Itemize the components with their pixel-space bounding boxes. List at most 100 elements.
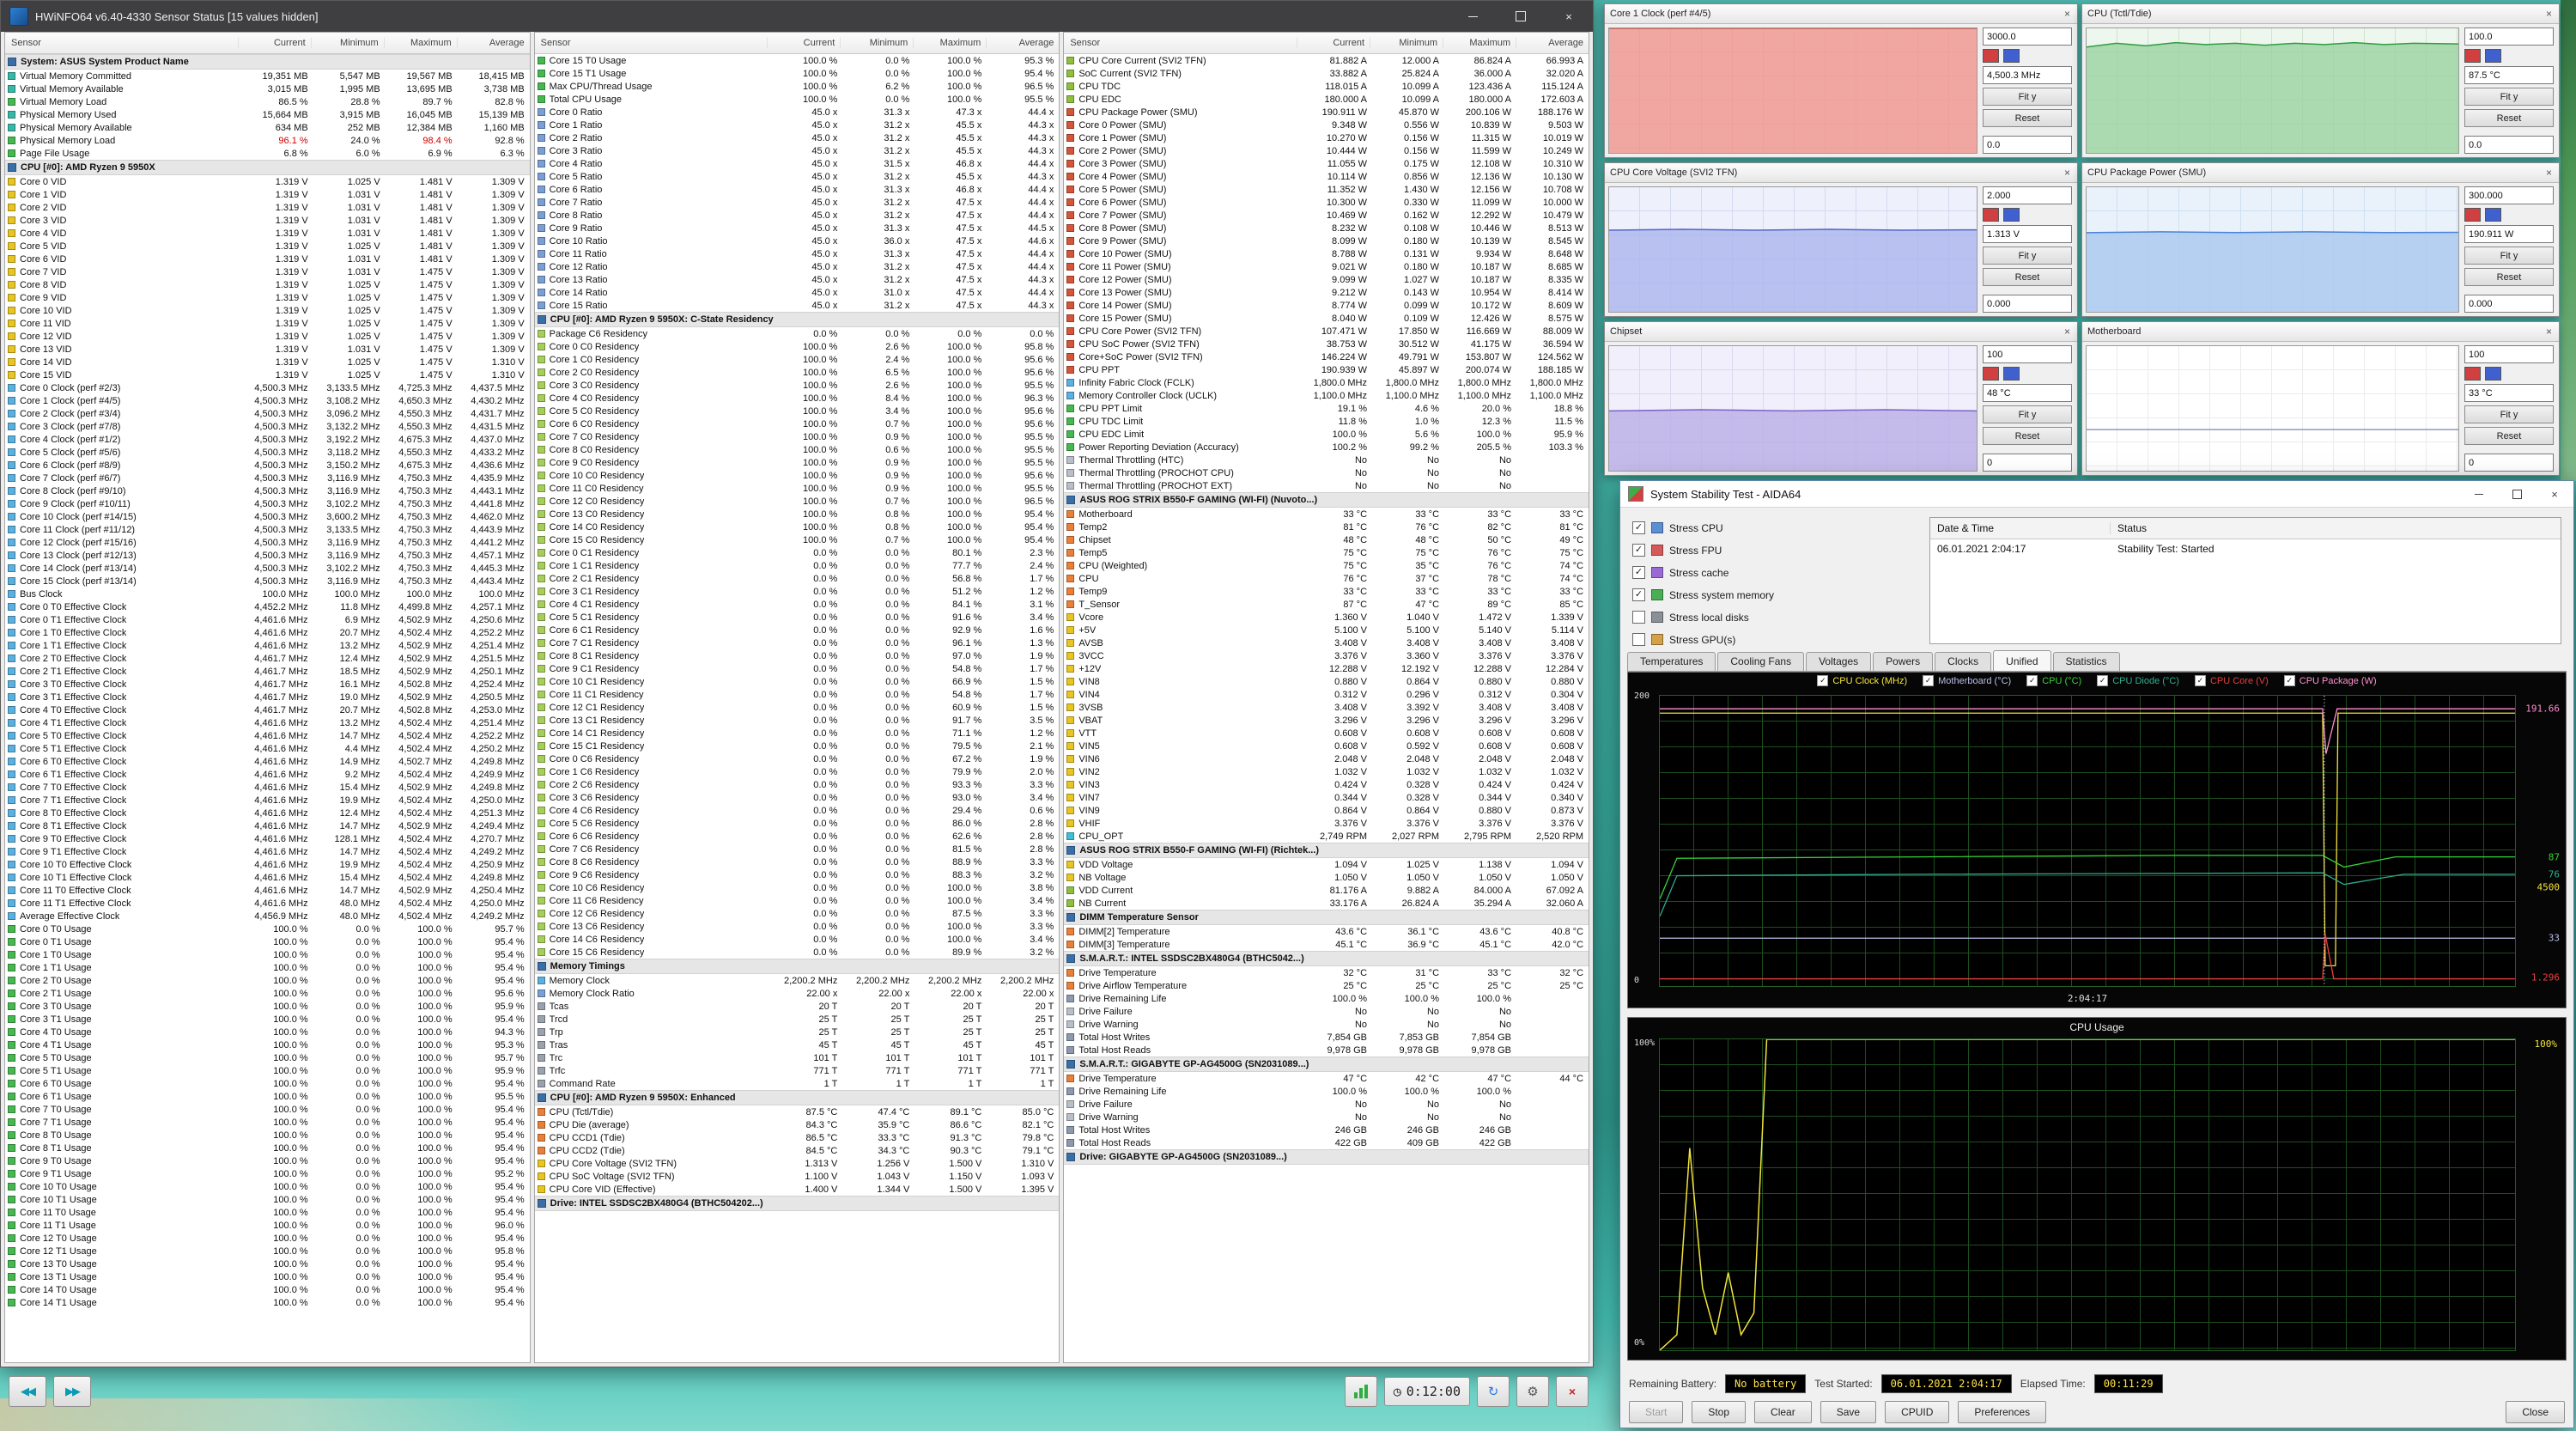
checkbox[interactable]: ✓ — [2097, 675, 2108, 686]
sensor-row[interactable]: Trp25 T25 T25 T25 T — [535, 1026, 1060, 1038]
graph-titlebar[interactable]: Chipset× — [1605, 322, 2077, 342]
sensor-row[interactable]: Core 12 C6 Residency0.0 %0.0 %87.5 %3.3 … — [535, 907, 1060, 920]
graph-titlebar[interactable]: Core 1 Clock (perf #4/5)× — [1605, 4, 2077, 24]
sensor-row[interactable]: Core 4 T0 Effective Clock4,461.7 MHz20.7… — [5, 703, 530, 716]
background-color-swatch[interactable] — [2003, 49, 2020, 63]
minimize-icon[interactable] — [1449, 1, 1497, 32]
background-color-swatch[interactable] — [2485, 367, 2501, 381]
clear-button[interactable]: Clear — [1754, 1401, 1812, 1423]
sensor-row[interactable]: Core 0 T0 Usage100.0 %0.0 %100.0 %95.7 % — [5, 923, 530, 935]
sensor-row[interactable]: Core 8 Ratio45.0 x31.2 x47.5 x44.4 x — [535, 209, 1060, 222]
sensor-row[interactable]: Core 8 C1 Residency0.0 %0.0 %97.0 %1.9 % — [535, 649, 1060, 662]
aida64-titlebar[interactable]: System Stability Test - AIDA64 × — [1620, 481, 2573, 508]
y-min-input[interactable]: 0.0 — [2464, 136, 2554, 154]
sensor-row[interactable]: Package C6 Residency0.0 %0.0 %0.0 %0.0 % — [535, 327, 1060, 340]
sensor-row[interactable]: Core 0 Ratio45.0 x31.3 x47.3 x44.4 x — [535, 106, 1060, 119]
stress-option[interactable]: ✓Stress system memory — [1632, 586, 1916, 604]
sensor-row[interactable]: Core 2 Ratio45.0 x31.2 x45.5 x44.3 x — [535, 131, 1060, 144]
sensor-row[interactable]: CPU Core Voltage (SVI2 TFN)1.313 V1.256 … — [535, 1157, 1060, 1170]
sensor-row[interactable]: Core 6 Power (SMU)10.300 W0.330 W11.099 … — [1064, 196, 1589, 209]
sensor-row[interactable]: Command Rate1 T1 T1 T1 T — [535, 1077, 1060, 1090]
sensor-row[interactable]: VHIF3.376 V3.376 V3.376 V3.376 V — [1064, 817, 1589, 830]
reset-button[interactable]: Reset — [2464, 109, 2554, 127]
sensor-row[interactable]: Core 7 C0 Residency100.0 %0.9 %100.0 %95… — [535, 430, 1060, 443]
sensor-row[interactable]: Drive Remaining Life100.0 %100.0 %100.0 … — [1064, 992, 1589, 1005]
sensor-row[interactable]: CPU (Weighted)75 °C35 °C76 °C74 °C — [1064, 559, 1589, 572]
sensor-row[interactable]: Core 12 T0 Usage100.0 %0.0 %100.0 %95.4 … — [5, 1232, 530, 1245]
sensor-row[interactable]: Core 9 T1 Usage100.0 %0.0 %100.0 %95.2 % — [5, 1167, 530, 1180]
sensor-row[interactable]: DIMM[2] Temperature43.6 °C36.1 °C43.6 °C… — [1064, 925, 1589, 938]
sensor-row[interactable]: Core 9 C1 Residency0.0 %0.0 %54.8 %1.7 % — [535, 662, 1060, 675]
sensor-row[interactable]: Core 9 C6 Residency0.0 %0.0 %88.3 %3.2 % — [535, 868, 1060, 881]
sensor-row[interactable]: Motherboard33 °C33 °C33 °C33 °C — [1064, 508, 1589, 521]
legend-item[interactable]: ✓CPU Clock (MHz) — [1817, 675, 1907, 686]
sensor-row[interactable]: CPU CCD2 (Tdie)84.5 °C34.3 °C90.3 °C79.1… — [535, 1144, 1060, 1157]
graph-titlebar[interactable]: CPU Package Power (SMU)× — [2082, 163, 2559, 183]
sensor-row[interactable]: Total Host Writes7,854 GB7,853 GB7,854 G… — [1064, 1031, 1589, 1044]
sensor-row[interactable]: Physical Memory Load96.1 %24.0 %98.4 %92… — [5, 134, 530, 147]
y-max-input[interactable]: 100 — [2464, 345, 2554, 363]
sensor-row[interactable]: CPU PPT Limit19.1 %4.6 %20.0 %18.8 % — [1064, 402, 1589, 415]
start-button[interactable]: Start — [1629, 1401, 1683, 1423]
sensor-row[interactable]: Core 15 C1 Residency0.0 %0.0 %79.5 %2.1 … — [535, 740, 1060, 752]
y-min-input[interactable]: 0.0 — [1983, 136, 2072, 154]
sensor-row[interactable]: Core 2 Power (SMU)10.444 W0.156 W11.599 … — [1064, 144, 1589, 157]
sensor-section-header[interactable]: CPU [#0]: AMD Ryzen 9 5950X: Enhanced — [535, 1090, 1060, 1105]
y-max-input[interactable]: 100 — [1983, 345, 2072, 363]
sensor-row[interactable]: Core 15 VID1.319 V1.025 V1.475 V1.310 V — [5, 368, 530, 381]
sensor-row[interactable]: Core 9 Ratio45.0 x31.3 x47.5 x44.5 x — [535, 222, 1060, 234]
hwinfo-titlebar[interactable]: HWiNFO64 v6.40-4330 Sensor Status [15 va… — [1, 1, 1593, 32]
reset-button[interactable]: Reset — [1983, 109, 2072, 127]
legend-item[interactable]: ✓Motherboard (°C) — [1923, 675, 2011, 686]
checkbox[interactable]: ✓ — [1632, 588, 1645, 601]
sensor-row[interactable]: Core 5 Power (SMU)11.352 W1.430 W12.156 … — [1064, 183, 1589, 196]
sensor-row[interactable]: VIN30.424 V0.328 V0.424 V0.424 V — [1064, 778, 1589, 791]
sensor-row[interactable]: Core 3 Power (SMU)11.055 W0.175 W12.108 … — [1064, 157, 1589, 170]
stress-option[interactable]: Stress local disks — [1632, 608, 1916, 626]
sensor-row[interactable]: Core 3 C6 Residency0.0 %0.0 %93.0 %3.4 % — [535, 791, 1060, 804]
sensor-row[interactable]: Core 6 T1 Usage100.0 %0.0 %100.0 %95.5 % — [5, 1090, 530, 1103]
sensor-row[interactable]: Core 6 C6 Residency0.0 %0.0 %62.6 %2.8 % — [535, 830, 1060, 843]
sensor-section-header[interactable]: CPU [#0]: AMD Ryzen 9 5950X — [5, 160, 530, 175]
stress-option[interactable]: ✓Stress FPU — [1632, 541, 1916, 559]
sensor-row[interactable]: Core 0 C0 Residency100.0 %2.6 %100.0 %95… — [535, 340, 1060, 353]
sensor-row[interactable]: Core 11 T0 Usage100.0 %0.0 %100.0 %95.4 … — [5, 1206, 530, 1219]
sensor-row[interactable]: Core 1 C0 Residency100.0 %2.4 %100.0 %95… — [535, 353, 1060, 366]
stress-option[interactable]: ✓Stress cache — [1632, 563, 1916, 582]
sensor-row[interactable]: Core 4 Ratio45.0 x31.5 x46.8 x44.4 x — [535, 157, 1060, 170]
sensor-row[interactable]: Memory Controller Clock (UCLK)1,100.0 MH… — [1064, 389, 1589, 402]
sensor-row[interactable]: Core 6 VID1.319 V1.031 V1.481 V1.309 V — [5, 253, 530, 265]
sensor-row[interactable]: Core 10 T1 Usage100.0 %0.0 %100.0 %95.4 … — [5, 1193, 530, 1206]
sensor-row[interactable]: Thermal Throttling (PROCHOT CPU)NoNoNo — [1064, 466, 1589, 479]
tab-clocks[interactable]: Clocks — [1935, 652, 1991, 671]
sensor-row[interactable]: Core 3 C0 Residency100.0 %2.6 %100.0 %95… — [535, 379, 1060, 392]
sensor-row[interactable]: CPU EDC Limit100.0 %5.6 %100.0 %95.9 % — [1064, 428, 1589, 441]
sensor-row[interactable]: Core 10 Clock (perf #14/15)4,500.3 MHz3,… — [5, 510, 530, 523]
sensor-section-header[interactable]: Memory Timings — [535, 959, 1060, 974]
sensor-row[interactable]: Core 5 Ratio45.0 x31.2 x45.5 x44.3 x — [535, 170, 1060, 183]
sensor-section-header[interactable]: CPU [#0]: AMD Ryzen 9 5950X: C-State Res… — [535, 312, 1060, 327]
sensor-row[interactable]: Core 5 VID1.319 V1.025 V1.481 V1.309 V — [5, 240, 530, 253]
graph-icon[interactable] — [1345, 1376, 1377, 1407]
sensor-row[interactable]: Drive WarningNoNoNo — [1064, 1111, 1589, 1123]
quit-button[interactable]: × — [1556, 1376, 1589, 1407]
sensor-row[interactable]: Core 15 C0 Residency100.0 %0.7 %100.0 %9… — [535, 533, 1060, 546]
sensor-row[interactable]: Core 10 C1 Residency0.0 %0.0 %66.9 %1.5 … — [535, 675, 1060, 688]
sensor-row[interactable]: VTT0.608 V0.608 V0.608 V0.608 V — [1064, 727, 1589, 740]
sensor-row[interactable]: Max CPU/Thread Usage100.0 %6.2 %100.0 %9… — [535, 80, 1060, 93]
fit-y-button[interactable]: Fit y — [2464, 247, 2554, 265]
sensor-row[interactable]: Core 8 VID1.319 V1.025 V1.475 V1.309 V — [5, 278, 530, 291]
sensor-row[interactable]: Core 13 VID1.319 V1.031 V1.475 V1.309 V — [5, 343, 530, 356]
sensor-row[interactable]: DIMM[3] Temperature45.1 °C36.9 °C45.1 °C… — [1064, 938, 1589, 951]
sensor-row[interactable]: Total CPU Usage100.0 %0.0 %100.0 %95.5 % — [535, 93, 1060, 106]
fit-y-button[interactable]: Fit y — [1983, 247, 2072, 265]
sensor-row[interactable]: Core 0 T1 Effective Clock4,461.6 MHz6.9 … — [5, 613, 530, 626]
sensor-row[interactable]: Drive FailureNoNoNo — [1064, 1098, 1589, 1111]
sensor-row[interactable]: Core 2 C6 Residency0.0 %0.0 %93.3 %3.3 % — [535, 778, 1060, 791]
sensor-row[interactable]: Core 14 C6 Residency0.0 %0.0 %100.0 %3.4… — [535, 933, 1060, 946]
sensor-row[interactable]: Power Reporting Deviation (Accuracy)100.… — [1064, 441, 1589, 454]
sensor-section-header[interactable]: DIMM Temperature Sensor — [1064, 910, 1589, 925]
sensor-row[interactable]: Core 9 VID1.319 V1.025 V1.475 V1.309 V — [5, 291, 530, 304]
sensor-row[interactable]: Core 13 T1 Usage100.0 %0.0 %100.0 %95.4 … — [5, 1270, 530, 1283]
legend-item[interactable]: ✓CPU Package (W) — [2284, 675, 2377, 686]
